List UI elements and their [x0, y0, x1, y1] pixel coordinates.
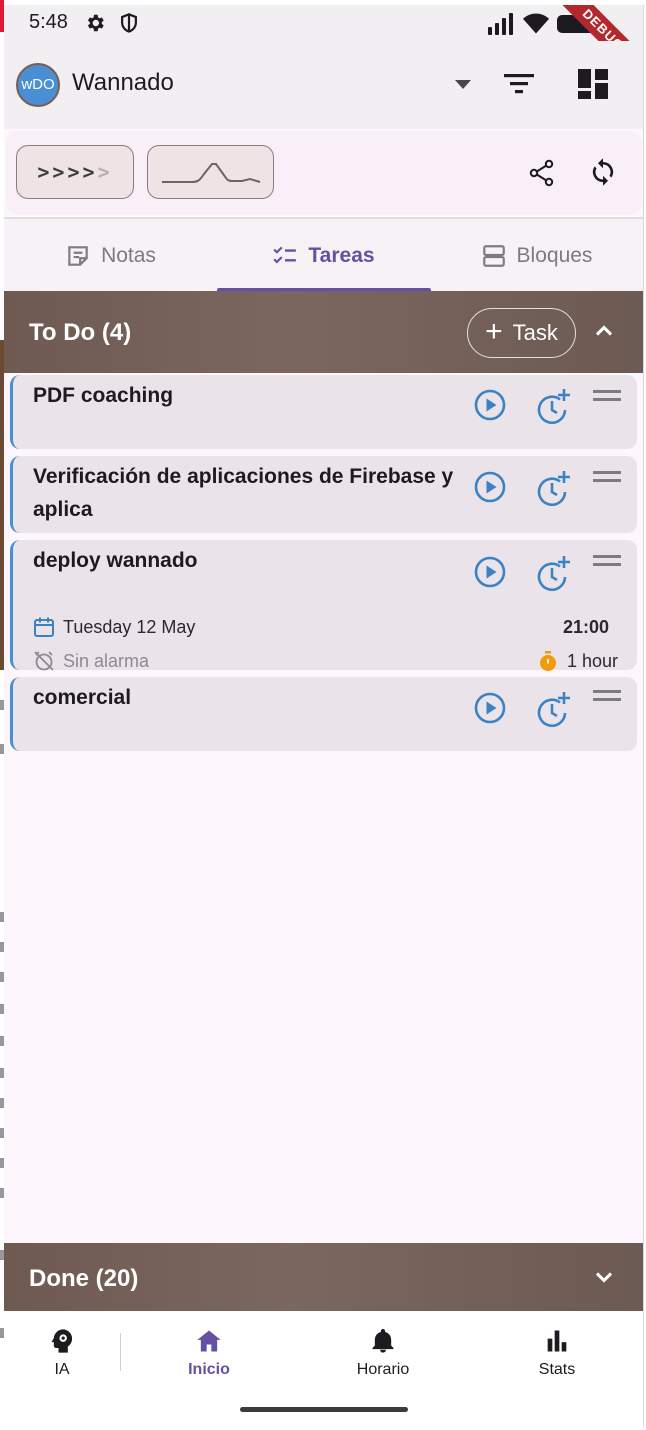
task-date: Tuesday 12 May: [63, 617, 196, 637]
task-title: PDF coaching: [33, 384, 174, 407]
cell-signal-icon: [488, 13, 513, 35]
home-indicator[interactable]: [240, 1407, 408, 1412]
done-section-header[interactable]: Done (20): [4, 1243, 643, 1311]
share-icon[interactable]: [528, 159, 556, 187]
status-time: 5:48: [29, 11, 68, 33]
nav-ia[interactable]: IA: [4, 1327, 122, 1379]
chevron-down-icon[interactable]: [590, 1263, 618, 1291]
plus-icon: +: [485, 314, 503, 348]
play-icon[interactable]: [473, 470, 507, 504]
dropdown-arrow-icon[interactable]: [452, 75, 474, 93]
checklist-icon: [273, 246, 297, 264]
stopwatch-icon: [540, 651, 556, 671]
add-alarm-icon[interactable]: [534, 689, 572, 727]
nav-stats[interactable]: Stats: [497, 1327, 617, 1379]
chevron-up-icon[interactable]: [590, 317, 618, 345]
task-time: 21:00: [563, 617, 610, 637]
settings-gear-icon: [87, 14, 104, 32]
task-duration: 1 hour: [567, 651, 619, 671]
status-bar: 5:48 DEBUG: [4, 5, 643, 91]
bar-chart-icon: [547, 1330, 567, 1352]
sync-icon[interactable]: [588, 157, 618, 187]
nav-label: IA: [54, 1361, 70, 1378]
add-task-button[interactable]: + Task: [467, 308, 576, 358]
task-card[interactable]: deploy wannado Tuesday 12 May 21:00 Sin …: [10, 540, 637, 671]
play-icon[interactable]: [473, 388, 507, 422]
dashboard-icon[interactable]: [576, 67, 610, 101]
progress-arrows-strong: >>>>: [37, 160, 98, 184]
task-title: comercial: [33, 686, 132, 709]
task-card[interactable]: Verificación de aplicaciones de Firebase…: [10, 456, 637, 533]
bell-icon: [372, 1328, 394, 1353]
app-title: Wannado: [72, 69, 174, 96]
add-alarm-icon[interactable]: [534, 386, 572, 424]
alarm-off-icon: [34, 651, 54, 671]
todo-section-header[interactable]: To Do (4) + Task: [4, 291, 643, 373]
tab-bar: Notas Tareas Bloques: [4, 217, 643, 293]
nav-horario[interactable]: Horario: [323, 1327, 443, 1379]
calendar-icon: [34, 617, 54, 637]
tab-label: Bloques: [516, 244, 593, 267]
add-alarm-icon[interactable]: [534, 553, 572, 591]
brain-gear-icon: [51, 1329, 73, 1353]
wifi-icon: [522, 13, 550, 34]
bottom-navigation: IA Inicio Horario Stats: [4, 1311, 643, 1427]
tab-tareas[interactable]: Tareas: [217, 219, 430, 293]
app-bar: wDO Wannado: [4, 41, 643, 129]
task-title: deploy wannado: [33, 549, 198, 572]
add-task-label: Task: [512, 320, 558, 345]
drag-handle-icon[interactable]: [593, 554, 621, 568]
task-card[interactable]: PDF coaching: [10, 375, 637, 449]
progress-arrows-dim: >: [97, 160, 113, 184]
todo-section-title: To Do (4): [29, 319, 132, 346]
tab-notas[interactable]: Notas: [4, 219, 217, 293]
control-card: >>>>>: [6, 131, 642, 215]
filter-icon[interactable]: [502, 69, 536, 97]
nav-label: Inicio: [188, 1361, 230, 1378]
tab-label: Tareas: [308, 244, 375, 267]
home-icon: [197, 1330, 221, 1352]
nav-label: Stats: [538, 1361, 576, 1378]
nav-divider: [120, 1333, 121, 1371]
energy-curve-icon: [162, 163, 261, 183]
add-alarm-icon[interactable]: [534, 468, 572, 506]
nav-label: Horario: [356, 1361, 410, 1378]
task-card[interactable]: comercial: [10, 677, 637, 751]
phone-screen: 5:48 DEBUG wDO Wannado >>>>> Notas Tarea…: [4, 5, 644, 1427]
shield-icon: [121, 13, 137, 33]
tab-bloques[interactable]: Bloques: [430, 219, 643, 293]
play-icon[interactable]: [473, 555, 507, 589]
drag-handle-icon[interactable]: [593, 389, 621, 403]
app-logo[interactable]: wDO: [16, 63, 60, 107]
tab-label: Notas: [101, 244, 156, 267]
nav-inicio[interactable]: Inicio: [149, 1327, 269, 1379]
blocks-icon: [482, 245, 505, 267]
done-section-title: Done (20): [29, 1265, 139, 1292]
progress-arrows-button[interactable]: >>>>>: [16, 145, 134, 199]
drag-handle-icon[interactable]: [593, 689, 621, 703]
energy-graph-button[interactable]: [147, 145, 274, 199]
note-icon: [68, 246, 88, 266]
play-icon[interactable]: [473, 691, 507, 725]
task-alarm-status: Sin alarma: [63, 651, 150, 671]
drag-handle-icon[interactable]: [593, 470, 621, 484]
task-title: Verificación de aplicaciones de Firebase…: [33, 465, 454, 521]
